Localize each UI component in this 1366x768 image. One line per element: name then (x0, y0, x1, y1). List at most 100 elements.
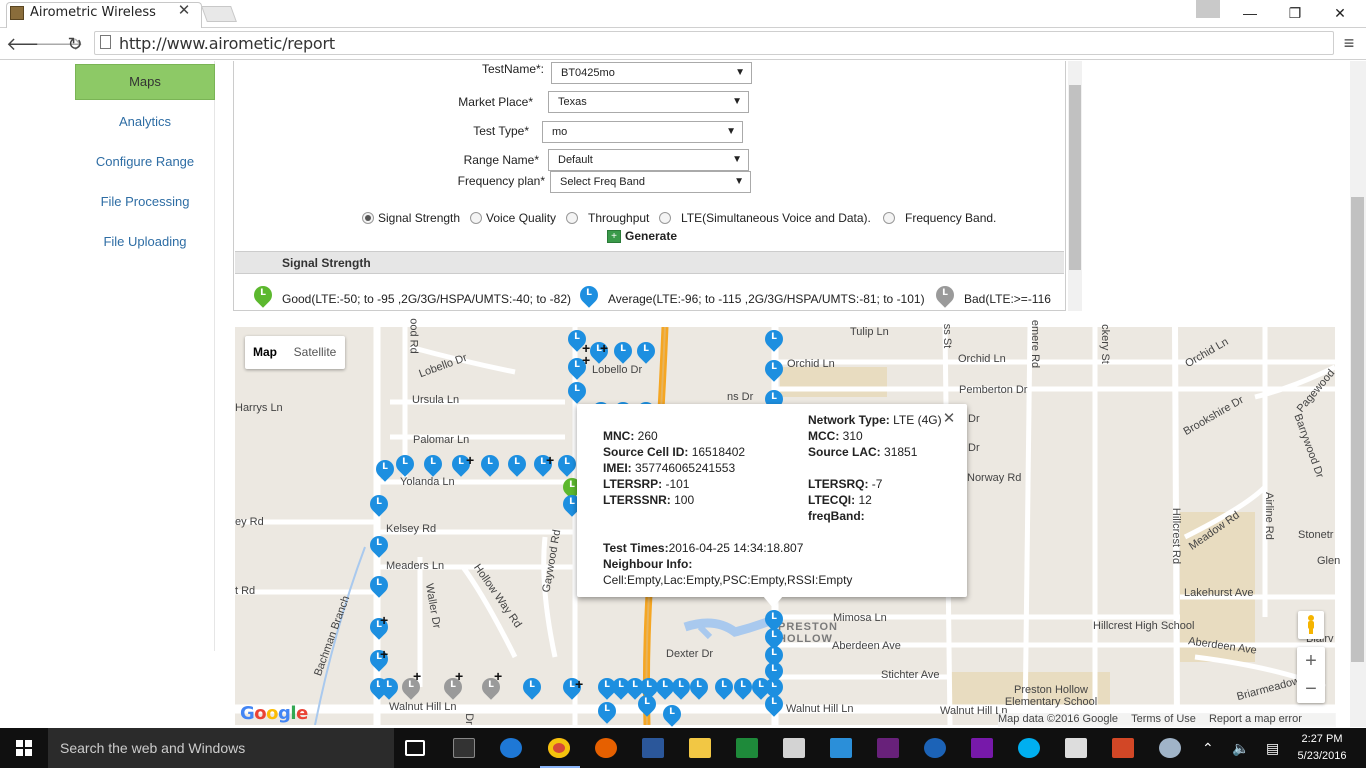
map-pin-icon[interactable]: L (761, 658, 787, 688)
map-pin-icon[interactable]: L (711, 674, 737, 704)
map-pin-icon[interactable]: L (420, 451, 446, 481)
cmd-icon[interactable] (453, 738, 475, 758)
terms-link[interactable]: Terms of Use (1131, 713, 1196, 725)
close-window-button[interactable]: ✕ (1320, 2, 1360, 24)
test-type-select[interactable]: mo ▼ (542, 121, 743, 143)
sidebar-item-file-processing[interactable]: File Processing (76, 194, 214, 209)
file-explorer-icon[interactable] (689, 738, 711, 758)
tray-chevron-icon[interactable]: ⌃ (1202, 740, 1214, 757)
radio-frequency-band[interactable] (883, 212, 895, 224)
radio-signal-strength[interactable] (362, 212, 374, 224)
sidebar-item-analytics[interactable]: Analytics (76, 114, 214, 129)
menu-icon[interactable]: ≡ (1340, 33, 1358, 53)
road-label: Stonetr (1298, 529, 1334, 541)
visual-studio-icon[interactable] (877, 738, 899, 758)
generate-icon[interactable]: + (607, 230, 621, 243)
maximize-button[interactable]: ❐ (1275, 2, 1315, 24)
map-pin-icon[interactable]: L (372, 456, 398, 486)
sidebar-item-configure-range[interactable]: Configure Range (76, 154, 214, 169)
radio-throughput[interactable] (566, 212, 578, 224)
road-label: Hillcrest High School (1093, 620, 1195, 632)
chrome-icon[interactable] (548, 738, 570, 758)
screen: Airometric Wireless ✕ — ❐ ✕ 🡐 🡒 ↻ http:/… (0, 0, 1366, 768)
volume-icon[interactable]: 🔈 (1232, 740, 1249, 757)
word-icon[interactable] (642, 738, 664, 758)
info-window-close-icon[interactable]: ✕ (941, 411, 957, 427)
road-label: Preston Hollow Elementary School (1004, 684, 1098, 708)
map-pin-icon[interactable]: L (761, 326, 787, 356)
task-view-icon[interactable] (405, 740, 425, 756)
profile-icon[interactable] (1196, 0, 1220, 18)
file-manager-icon[interactable] (783, 738, 805, 758)
clock-time[interactable]: 2:27 PM (1292, 733, 1352, 745)
skype-icon[interactable] (1018, 738, 1040, 758)
radio-label-lte: LTE(Simultaneous Voice and Data). (681, 211, 871, 225)
map-pin-icon[interactable]: L (504, 451, 530, 481)
radio-label-throughput: Throughput (588, 211, 650, 225)
map-pin-icon[interactable]: L (477, 451, 503, 481)
map-pin-icon[interactable]: L (686, 674, 712, 704)
map-pin-icon[interactable]: L (761, 691, 787, 721)
frequency-plan-select[interactable]: Select Freq Band ▼ (550, 171, 751, 193)
map-pin-icon[interactable]: L (392, 451, 418, 481)
map-pin-icon[interactable]: L (730, 674, 756, 704)
globe-icon[interactable] (924, 738, 946, 758)
sidebar-item-file-uploading[interactable]: File Uploading (76, 234, 214, 249)
map-pin-icon[interactable]: L (366, 532, 392, 562)
new-tab-button[interactable] (201, 6, 237, 22)
road-label: ns Dr (727, 391, 754, 403)
windows-start-icon[interactable] (0, 728, 48, 768)
photos-icon[interactable] (1065, 738, 1087, 758)
excel-icon[interactable] (736, 738, 758, 758)
satellite-view-button[interactable]: Satellite (287, 336, 343, 369)
paint-icon[interactable] (1159, 738, 1181, 758)
url-text[interactable]: http://www.airometic/report (119, 34, 335, 53)
zoom-in-button[interactable]: + (1297, 649, 1325, 673)
map-pin-icon[interactable]: L (366, 572, 392, 602)
taskbar-search-placeholder[interactable]: Search the web and Windows (60, 740, 245, 756)
report-error-link[interactable]: Report a map error (1209, 713, 1302, 725)
powerpoint-icon[interactable] (1112, 738, 1134, 758)
visual-studio-code-icon[interactable] (830, 738, 852, 758)
radio-lte[interactable] (659, 212, 671, 224)
market-place-label: Market Place* (458, 95, 533, 109)
radio-voice-quality[interactable] (470, 212, 482, 224)
panel-scrollbar-thumb[interactable] (1069, 85, 1081, 270)
onenote-icon[interactable] (971, 738, 993, 758)
map-pin-icon[interactable]: L (668, 674, 694, 704)
frequency-plan-label: Frequency plan* (457, 174, 545, 188)
back-icon[interactable]: 🡐 (6, 33, 54, 55)
map-pin-icon[interactable]: L (366, 491, 392, 521)
map-pin-icon[interactable]: L (633, 338, 659, 368)
forward-icon[interactable]: 🡒 (35, 33, 83, 55)
map-view-button[interactable]: Map (245, 336, 285, 369)
map-pin-icon[interactable]: L (761, 356, 787, 386)
road-label: Mimosa Ln (833, 612, 887, 624)
reload-icon[interactable]: ↻ (64, 33, 86, 55)
generate-button[interactable]: Generate (625, 229, 677, 243)
zoom-out-button[interactable]: − (1297, 677, 1325, 701)
road-label: Hillcrest Rd (1170, 507, 1183, 565)
clock-date[interactable]: 5/23/2016 (1292, 750, 1352, 762)
iw-source-lac: Source LAC: 31851 (808, 445, 918, 459)
map-pin-icon[interactable]: L (610, 338, 636, 368)
map-pin-icon[interactable]: L (634, 691, 660, 721)
range-name-label: Range Name* (463, 153, 539, 167)
legend-average-text: Average(LTE:-96; to -115 ,2G/3G/HSPA/UMT… (608, 292, 925, 306)
firefox-icon[interactable] (595, 738, 617, 758)
minimize-button[interactable]: — (1230, 2, 1270, 24)
edge-icon[interactable] (500, 738, 522, 758)
road-label: emere Rd (1029, 319, 1042, 369)
range-name-select[interactable]: Default ▼ (548, 149, 749, 171)
sidebar-item-maps[interactable]: Maps (75, 64, 215, 100)
map-pin-icon[interactable]: L (519, 674, 545, 704)
map-crosshair-marker-icon: + (413, 668, 422, 684)
road-label: Lakehurst Ave (1184, 587, 1254, 599)
market-place-select[interactable]: Texas ▼ (548, 91, 749, 113)
map-pin-icon[interactable]: L (376, 674, 402, 704)
page-scrollbar-thumb[interactable] (1351, 197, 1364, 662)
tab-close-icon[interactable]: ✕ (176, 3, 192, 19)
action-center-icon[interactable]: ▤ (1266, 740, 1279, 757)
map-pin-icon[interactable]: L (594, 698, 620, 728)
test-name-select[interactable]: BT0425mo ▼ (551, 62, 752, 84)
